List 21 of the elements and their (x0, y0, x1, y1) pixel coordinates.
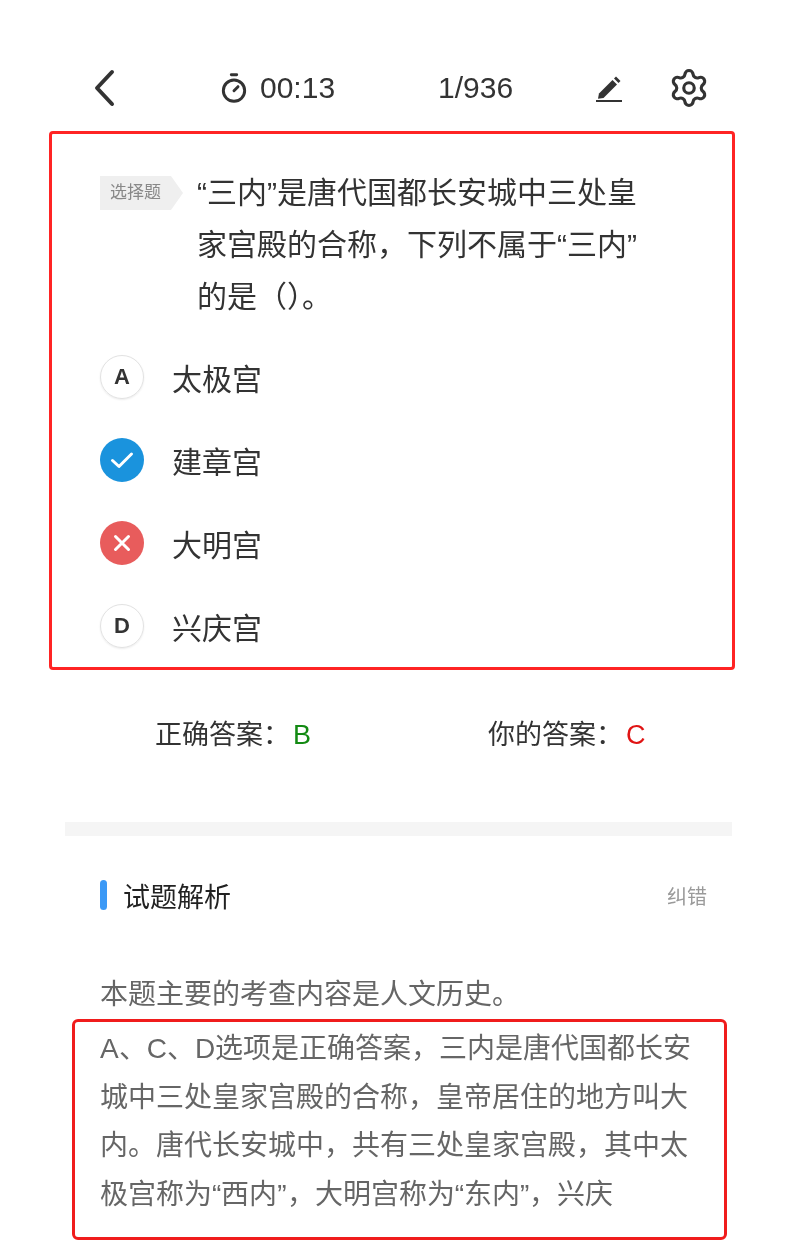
option-text: 太极宫 (172, 361, 262, 398)
section-title: 试题解析 (123, 881, 231, 915)
question-counter: 1/936 (438, 71, 514, 105)
check-icon (100, 437, 144, 482)
answer-value: B (293, 719, 311, 751)
option-text: 建章宫 (172, 444, 262, 481)
analysis-text: 本题主要的考查内容是人文历史。 (100, 978, 521, 1012)
analysis-text: A、C、D选项是正确答案，三内是唐代国都长安城中三处皇家宫殿的合称，皇帝居住的地方叫大内。唐代长安城中，共有三处皇家宫殿，其中太极宫称为“西内”，大明宫称为“东内”，兴庆 (100, 1032, 693, 1212)
question-type-tag: 选择题 (100, 176, 183, 210)
edit-button[interactable] (594, 74, 625, 102)
cross-icon (100, 520, 144, 565)
timer-text: 00:13 (260, 71, 336, 105)
answer-label: 正确答案： (155, 718, 290, 752)
option-text: 兴庆宫 (172, 610, 262, 647)
answer-label: 你的答案： (488, 718, 623, 752)
question-text: “三内”是唐代国都长安城中三处皇家宫殿的合称，下列不属于“三内”的是（）。 (197, 175, 638, 315)
answer-value: C (626, 719, 646, 751)
pencil-icon (594, 74, 625, 102)
option-text: 大明宫 (172, 527, 262, 564)
report-error-link[interactable]: 纠错 (667, 880, 707, 910)
section-marker-icon (100, 880, 107, 910)
